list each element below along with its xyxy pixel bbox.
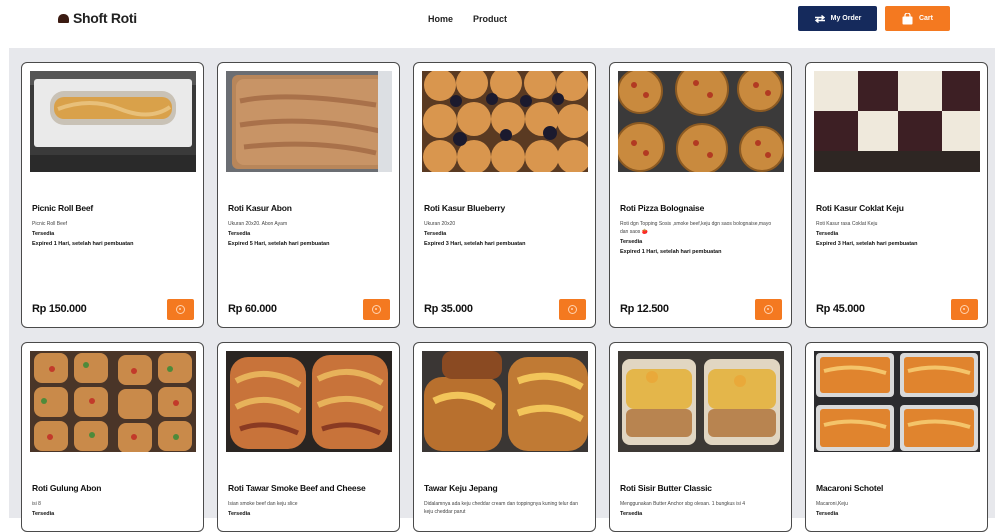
brand-name: Shoft Roti [73,10,137,26]
add-to-cart-button[interactable] [363,299,390,320]
product-name: Roti Sisir Butter Classic [620,483,712,493]
product-image [30,71,196,172]
circle-icon [960,305,969,314]
brand-logo[interactable]: Shoft Roti [58,10,137,26]
product-details: Macaroni,Keju Tersedia [816,500,976,518]
add-to-cart-button[interactable] [951,299,978,320]
shopping-bag-icon [902,12,913,24]
product-details: Picnic Roll Beef Tersedia Expired 1 Hari… [32,220,192,248]
product-status: Tersedia [424,231,447,237]
circle-icon [764,305,773,314]
product-card[interactable]: Roti Kasur Abon Ukuran 20x20. Abon Ayam … [217,62,400,328]
product-description: Macaroni,Keju [816,501,848,507]
cart-button[interactable]: Cart [885,6,950,31]
product-details: Menggunakan Butter Anchor sbg olesan. 1 … [620,500,780,518]
product-status: Tersedia [228,511,251,517]
bread-icon [58,13,69,23]
add-to-cart-button[interactable] [167,299,194,320]
product-grid: Picnic Roll Beef Picnic Roll Beef Tersed… [9,48,995,532]
product-name: Roti Kasur Blueberry [424,203,506,213]
circle-icon [568,305,577,314]
product-price: Rp 60.000 [228,303,277,315]
product-card[interactable]: Roti Kasur Coklat Keju Roti Kasur rasa C… [805,62,988,328]
product-card[interactable]: Tawar Keju Jepang Didalamnya ada keju ch… [413,342,596,532]
product-name: Macaroni Schotel [816,483,884,493]
add-to-cart-button[interactable] [755,299,782,320]
product-description: Ukuran 20x20 [424,221,456,227]
product-card[interactable]: Picnic Roll Beef Picnic Roll Beef Tersed… [21,62,204,328]
exchange-icon [814,14,825,23]
product-status: Tersedia [620,511,643,517]
product-description: Picnic Roll Beef [32,221,68,227]
nav-home-link[interactable]: Home [428,14,453,24]
product-details: Roti dgn Topping Sosis ,smoke beef,keju … [620,220,780,256]
product-name: Picnic Roll Beef [32,203,94,213]
product-name: Roti Kasur Abon [228,203,292,213]
product-image [618,71,784,172]
product-status: Tersedia [620,239,643,245]
product-description: Ukuran 20x20. Abon Ayam [228,221,288,227]
my-order-label: My Order [830,15,862,22]
product-name: Roti Kasur Coklat Keju [816,203,904,213]
product-image [226,71,392,172]
product-expiry: Expired 1 Hari, setelah hari pembuatan [620,249,722,255]
product-details: Didalamnya ada keju cheddar cream dan to… [424,500,584,516]
nav-product-link[interactable]: Product [473,14,507,24]
circle-icon [176,305,185,314]
product-card[interactable]: Roti Gulung Abon isi 8 Tersedia [21,342,204,532]
product-details: Isian smoke beef dan keju slice Tersedia [228,500,388,518]
product-price: Rp 12.500 [620,303,669,315]
cart-label: Cart [918,15,933,22]
product-card[interactable]: Roti Kasur Blueberry Ukuran 20x20 Tersed… [413,62,596,328]
product-image [422,71,588,172]
product-description: Roti Kasur rasa Coklat Keju [816,221,878,227]
product-description: Menggunakan Butter Anchor sbg olesan. 1 … [620,501,746,507]
product-image [814,351,980,452]
product-details: Ukuran 20x20. Abon Ayam Tersedia Expired… [228,220,388,248]
product-name: Roti Tawar Smoke Beef and Cheese [228,483,366,493]
product-status: Tersedia [32,231,55,237]
product-price: Rp 45.000 [816,303,865,315]
product-name: Tawar Keju Jepang [424,483,498,493]
product-image [618,351,784,452]
product-description: Isian smoke beef dan keju slice [228,501,298,507]
product-details: Roti Kasur rasa Coklat Keju Tersedia Exp… [816,220,976,248]
product-status: Tersedia [228,231,251,237]
product-image [422,351,588,452]
product-card[interactable]: Roti Tawar Smoke Beef and Cheese Isian s… [217,342,400,532]
product-status: Tersedia [816,511,839,517]
product-card[interactable]: Roti Sisir Butter Classic Menggunakan Bu… [609,342,792,532]
circle-icon [372,305,381,314]
product-expiry: Expired 3 Hari, setelah hari pembuatan [424,241,526,247]
product-expiry: Expired 3 Hari, setelah hari pembuatan [816,241,918,247]
product-price: Rp 35.000 [424,303,473,315]
product-price: Rp 150.000 [32,303,87,315]
product-status: Tersedia [32,511,55,517]
product-description: Didalamnya ada keju cheddar cream dan to… [424,501,578,515]
product-description: isi 8 [32,501,41,507]
product-name: Roti Pizza Bolognaise [620,203,705,213]
product-card[interactable]: Roti Pizza Bolognaise Roti dgn Topping S… [609,62,792,328]
product-description: Roti dgn Topping Sosis ,smoke beef,keju … [620,221,772,235]
product-expiry: Expired 5 Hari, setelah hari pembuatan [228,241,330,247]
product-expiry: Expired 1 Hari, setelah hari pembuatan [32,241,134,247]
navbar: Shoft Roti Home Product My Order Cart [0,0,996,42]
add-to-cart-button[interactable] [559,299,586,320]
product-name: Roti Gulung Abon [32,483,102,493]
product-image [226,351,392,452]
product-image [30,351,196,452]
product-details: Ukuran 20x20 Tersedia Expired 3 Hari, se… [424,220,584,248]
product-details: isi 8 Tersedia [32,500,192,518]
nav-links: Home Product [428,14,507,24]
product-status: Tersedia [816,231,839,237]
product-card[interactable]: Macaroni Schotel Macaroni,Keju Tersedia [805,342,988,532]
product-image [814,71,980,172]
my-order-button[interactable]: My Order [798,6,877,31]
